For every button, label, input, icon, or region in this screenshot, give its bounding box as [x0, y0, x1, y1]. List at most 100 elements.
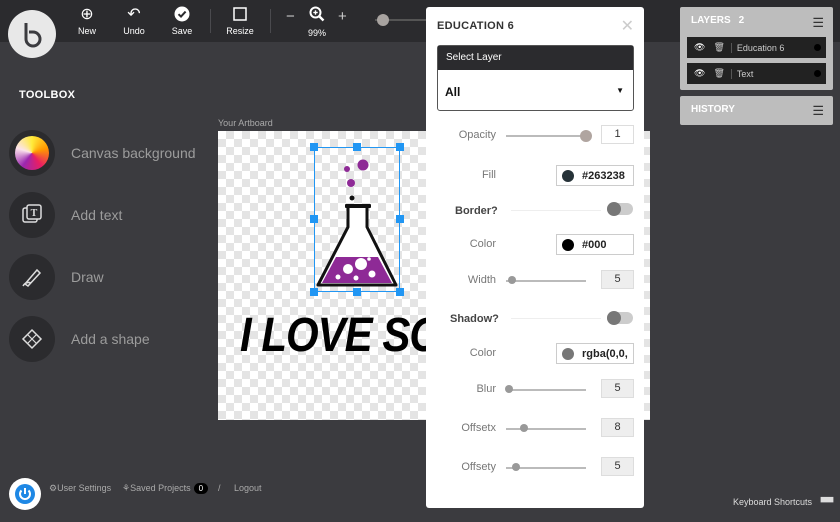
blur-slider-thumb[interactable]: [505, 385, 513, 393]
canvas-background-tool[interactable]: Canvas background: [9, 129, 196, 177]
resize-icon: [218, 6, 262, 24]
blur-input[interactable]: 5: [601, 379, 634, 398]
border-width-slider-thumb[interactable]: [508, 276, 516, 284]
zoom-out-button[interactable]: −: [286, 8, 295, 25]
plus-circle-icon: ⊕: [80, 6, 94, 23]
footer-separator: /: [218, 483, 221, 493]
layer-item[interactable]: 👁 🗑 Text: [687, 63, 826, 84]
new-button[interactable]: ⊕ New: [65, 6, 109, 36]
history-panel[interactable]: HISTORY ☰: [680, 96, 833, 125]
blur-slider-track[interactable]: [506, 389, 586, 391]
close-icon[interactable]: ✕: [621, 16, 634, 36]
border-width-label: Width: [467, 274, 496, 286]
selection-box: [314, 147, 400, 292]
resize-handle[interactable]: [353, 288, 361, 296]
border-label: Border?: [455, 205, 498, 217]
resize-handle[interactable]: [310, 143, 318, 151]
resize-button[interactable]: Resize: [218, 6, 262, 36]
power-icon[interactable]: [9, 478, 41, 510]
resize-handle[interactable]: [310, 288, 318, 296]
artboard-label: Your Artboard: [218, 118, 273, 128]
layers-count: 2: [738, 15, 745, 26]
menu-icon[interactable]: ☰: [812, 103, 824, 119]
select-layer-dropdown[interactable]: Select Layer All ▼: [437, 45, 634, 111]
saved-projects-link[interactable]: ⚘Saved Projects 0: [122, 483, 209, 494]
resize-handle[interactable]: [396, 288, 404, 296]
layers-panel: LAYERS 2 ☰ 👁 🗑 Education 6 👁 🗑 Text: [680, 7, 833, 90]
saved-count-badge: 0: [193, 483, 209, 494]
folder-icon: ⚘: [122, 483, 131, 493]
zoom-level: 99%: [307, 28, 326, 38]
delete-icon[interactable]: 🗑: [713, 42, 724, 53]
text-icon: T: [22, 204, 42, 223]
resize-handle[interactable]: [310, 215, 318, 223]
eye-icon[interactable]: 👁: [694, 68, 705, 79]
opacity-label: Opacity: [458, 129, 496, 141]
shadow-color-label: Color: [469, 347, 496, 359]
offsetx-slider-track[interactable]: [506, 428, 586, 430]
zoom-in-button[interactable]: +: [338, 8, 347, 25]
draw-tool[interactable]: Draw: [9, 253, 104, 301]
offsetx-slider-thumb[interactable]: [520, 424, 528, 432]
offsety-input[interactable]: 5: [601, 457, 634, 476]
offsety-slider-thumb[interactable]: [512, 463, 520, 471]
layer-dot: [814, 44, 821, 51]
select-layer-value: All: [445, 85, 461, 99]
border-color-field[interactable]: #000: [556, 234, 634, 255]
color-wheel-icon: [15, 136, 49, 170]
layer-dot: [814, 70, 821, 77]
border-swatch: [562, 238, 574, 251]
toolbox-title: TOOLBOX: [19, 89, 76, 101]
toolbar-divider: [270, 9, 271, 33]
pen-icon: [22, 268, 42, 287]
properties-panel: EDUCATION 6 ✕ Select Layer All ▼ Opacity…: [426, 7, 644, 508]
app-logo[interactable]: [8, 10, 56, 58]
shadow-color-field[interactable]: rgba(0,0,: [556, 343, 634, 364]
opacity-input[interactable]: 1: [601, 125, 634, 144]
opacity-slider-thumb[interactable]: [580, 130, 592, 142]
border-width-slider-track[interactable]: [506, 280, 586, 282]
offsetx-label: Offsetx: [461, 422, 496, 434]
resize-handle[interactable]: [396, 215, 404, 223]
border-width-input[interactable]: 5: [601, 270, 634, 289]
divider: [511, 210, 601, 211]
border-toggle[interactable]: [607, 202, 633, 216]
offsetx-input[interactable]: 8: [601, 418, 634, 437]
undo-icon: ↶: [127, 6, 141, 23]
caret-down-icon: ▼: [616, 86, 624, 95]
user-settings-link[interactable]: ⚙User Settings: [49, 483, 111, 494]
border-color-label: Color: [469, 238, 496, 250]
eye-icon[interactable]: 👁: [694, 42, 705, 53]
delete-icon[interactable]: 🗑: [713, 68, 724, 79]
shadow-label: Shadow?: [450, 313, 499, 325]
add-text-tool[interactable]: T Add text: [9, 191, 122, 239]
shadow-swatch: [562, 347, 574, 360]
undo-button[interactable]: ↶ Undo: [112, 6, 156, 36]
logout-link[interactable]: Logout: [234, 483, 262, 493]
save-button[interactable]: Save: [160, 6, 204, 36]
history-title: HISTORY: [691, 104, 735, 115]
keyboard-icon: ▀▀: [820, 497, 834, 507]
svg-text:T: T: [31, 208, 38, 219]
resize-handle[interactable]: [396, 143, 404, 151]
resize-handle[interactable]: [353, 143, 361, 151]
zoom-slider-thumb[interactable]: [377, 14, 389, 26]
check-circle-icon: [160, 6, 204, 24]
fill-label: Fill: [481, 169, 496, 181]
layer-item[interactable]: 👁 🗑 Education 6: [687, 37, 826, 58]
opacity-slider-track[interactable]: [506, 135, 586, 137]
blur-label: Blur: [476, 383, 496, 395]
zoom-icon: [295, 6, 339, 26]
gear-icon: ⚙: [49, 483, 58, 493]
layers-title: LAYERS: [691, 15, 731, 26]
panel-title: EDUCATION 6: [437, 20, 515, 32]
add-shape-tool[interactable]: Add a shape: [9, 315, 150, 363]
toolbar-divider: [210, 9, 211, 33]
fill-color-field[interactable]: #263238: [556, 165, 634, 186]
divider: [511, 318, 601, 319]
shape-icon: [21, 328, 43, 350]
shadow-toggle[interactable]: [607, 311, 633, 325]
menu-icon[interactable]: ☰: [812, 15, 824, 31]
keyboard-shortcuts-link[interactable]: Keyboard Shortcuts ▀▀: [733, 497, 833, 507]
offsety-label: Offsety: [461, 461, 496, 473]
